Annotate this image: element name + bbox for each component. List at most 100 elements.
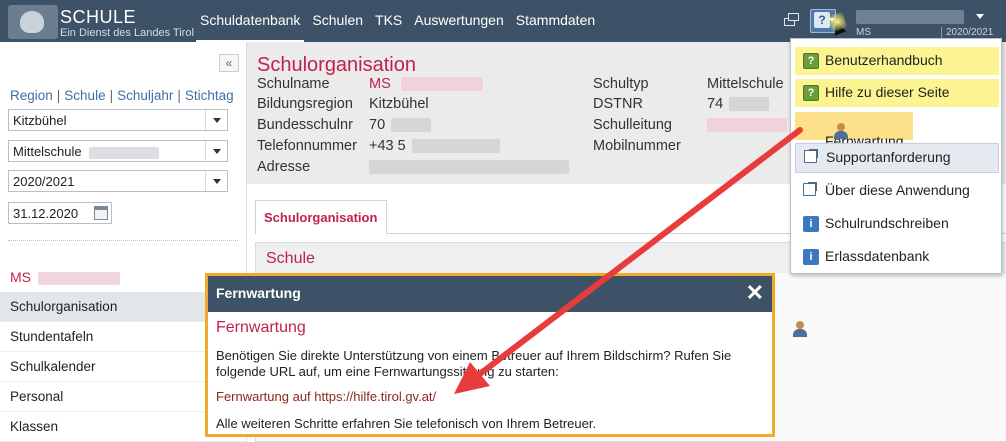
value-bildungsregion: Kitzbühel: [369, 96, 429, 112]
filter-link-region[interactable]: Region: [10, 88, 53, 103]
menu-item-label: Erlassdatenbank: [825, 248, 930, 264]
redacted-text: [89, 146, 160, 159]
value-telefonnummer: +43 5: [369, 138, 500, 154]
value-dstnr-text: 74: [707, 96, 724, 112]
label-schulleitung: Schulleitung: [593, 117, 672, 133]
dialog-footer-text: Alle weiteren Schritte erfahren Sie tele…: [216, 416, 597, 431]
filter-links: Region | Schule | Schuljahr | Stichtag: [10, 88, 234, 103]
menu-item-label: Schulrundschreiben: [825, 215, 949, 231]
windows-icon[interactable]: [784, 13, 800, 27]
menu-item-label: Benutzerhandbuch: [825, 52, 943, 68]
schoolyear-select-value: 2020/2021: [13, 174, 75, 189]
region-select-value: Kitzbühel: [13, 113, 67, 128]
menu-item-ueber-diese-anwendung[interactable]: Über diese Anwendung: [795, 177, 999, 205]
school-select[interactable]: Mittelschule: [8, 140, 228, 162]
value-schulname-text: MS: [369, 76, 391, 92]
main-nav: Schuldatenbank Schulen TKS Auswertungen …: [196, 0, 603, 42]
label-bildungsregion: Bildungsregion: [257, 96, 353, 112]
user-name-redacted: [856, 10, 964, 24]
nav-schuldatenbank[interactable]: Schuldatenbank: [196, 0, 305, 42]
redacted-text: [37, 271, 120, 285]
fernwartung-link[interactable]: Fernwartung auf https://hilfe.tirol.gv.a…: [216, 389, 436, 404]
external-link-icon: [803, 182, 817, 196]
info-icon: i: [803, 249, 819, 265]
nav-stammdaten[interactable]: Stammdaten: [512, 0, 599, 42]
menu-item-label: Über diese Anwendung: [825, 182, 970, 198]
date-input[interactable]: 31.12.2020: [8, 202, 112, 224]
page-title: Schulorganisation: [257, 54, 416, 76]
menu-item-benutzerhandbuch[interactable]: ? Benutzerhandbuch: [795, 47, 999, 75]
filter-link-schule[interactable]: Schule: [64, 88, 105, 103]
region-select[interactable]: Kitzbühel: [8, 109, 228, 131]
info-icon: i: [803, 216, 819, 232]
label-schultyp: Schultyp: [593, 76, 649, 92]
collapse-sidebar-button[interactable]: «: [219, 54, 239, 72]
logo-title: SCHULE: [60, 7, 137, 27]
current-school-year: 2020/2021: [941, 27, 993, 38]
menu-item-schulrundschreiben[interactable]: i Schulrundschreiben: [795, 210, 999, 238]
help-icon: ?: [803, 53, 819, 69]
value-dstnr: 74: [707, 96, 770, 112]
redacted-text: [729, 97, 770, 112]
value-schultyp: Mittelschule: [707, 76, 784, 92]
dropdown-arrow-icon: [205, 110, 227, 130]
close-icon[interactable]: ✕: [746, 281, 764, 305]
label-telefonnummer: Telefonnummer: [257, 138, 357, 154]
value-schulname: MS: [369, 76, 483, 92]
current-school: MS: [856, 27, 871, 38]
person-icon[interactable]: [792, 321, 808, 337]
topbar-tools: ? MS 2020/2021: [776, 0, 1006, 42]
label-adresse: Adresse: [257, 159, 311, 175]
selected-school-name: MS: [10, 269, 120, 285]
user-menu-chevron-icon[interactable]: [976, 14, 984, 19]
redacted-text: [369, 160, 569, 175]
label-mobilnummer: Mobilnummer: [593, 138, 681, 154]
nav-auswertungen[interactable]: Auswertungen: [410, 0, 508, 42]
redacted-text: [707, 118, 787, 133]
help-dropdown-menu: ? Benutzerhandbuch ? Hilfe zu dieser Sei…: [790, 38, 1002, 274]
dropdown-arrow-icon: [205, 171, 227, 191]
help-icon: ?: [803, 85, 819, 101]
schoolyear-select[interactable]: 2020/2021: [8, 170, 228, 192]
tab-schulorganisation[interactable]: Schulorganisation: [255, 200, 387, 235]
redacted-text: [391, 118, 432, 133]
nav-schulen[interactable]: Schulen: [308, 0, 367, 42]
menu-item-supportanforderung[interactable]: Supportanforderung: [795, 143, 999, 173]
person-support-icon: [833, 123, 849, 139]
date-value: 31.12.2020: [13, 206, 79, 221]
dialog-header-title: Fernwartung: [216, 285, 301, 301]
filter-link-schuljahr[interactable]: Schuljahr: [117, 88, 173, 103]
menu-item-hilfe-zu-dieser-seite[interactable]: ? Hilfe zu dieser Seite: [795, 79, 999, 107]
value-bundesschulnr: 70: [369, 117, 432, 133]
logo-subtitle: Ein Dienst des Landes Tirol: [60, 27, 194, 39]
menu-item-fernwartung[interactable]: Fernwartung: [795, 112, 913, 149]
nav-tks[interactable]: TKS: [371, 0, 406, 42]
menu-item-label: Supportanforderung: [826, 149, 951, 165]
eagle-logo-icon: [8, 5, 58, 39]
top-bar: SCHULE Ein Dienst des Landes Tirol Schul…: [0, 0, 1006, 42]
dialog-header: Fernwartung ✕: [208, 276, 772, 312]
value-telefonnummer-text: +43 5: [369, 138, 406, 154]
divider: [8, 240, 238, 241]
dialog-text: Benötigen Sie direkte Unterstützung von …: [216, 348, 732, 379]
school-select-value: Mittelschule: [13, 144, 82, 159]
label-bundesschulnr: Bundesschulnr: [257, 117, 353, 133]
dropdown-arrow-icon: [205, 141, 227, 161]
value-schulleitung: [707, 117, 787, 133]
calendar-icon[interactable]: [94, 206, 108, 220]
label-schulname: Schulname: [257, 76, 330, 92]
menu-item-label: Hilfe zu dieser Seite: [825, 84, 950, 100]
selected-school-prefix: MS: [10, 269, 31, 285]
filter-link-stichtag[interactable]: Stichtag: [185, 88, 234, 103]
fernwartung-dialog: Fernwartung ✕ Fernwartung Benötigen Sie …: [205, 273, 775, 437]
value-bundesschulnr-text: 70: [369, 117, 386, 133]
redacted-text: [411, 139, 500, 154]
value-adresse: [369, 159, 569, 175]
mouse-cursor-icon: [829, 18, 847, 36]
menu-item-erlassdatenbank[interactable]: i Erlassdatenbank: [795, 243, 999, 271]
label-dstnr: DSTNR: [593, 96, 643, 112]
dialog-title: Fernwartung: [216, 319, 306, 336]
app-logo[interactable]: SCHULE Ein Dienst des Landes Tirol: [8, 3, 194, 39]
redacted-text: [400, 77, 483, 92]
external-link-icon: [804, 149, 818, 163]
